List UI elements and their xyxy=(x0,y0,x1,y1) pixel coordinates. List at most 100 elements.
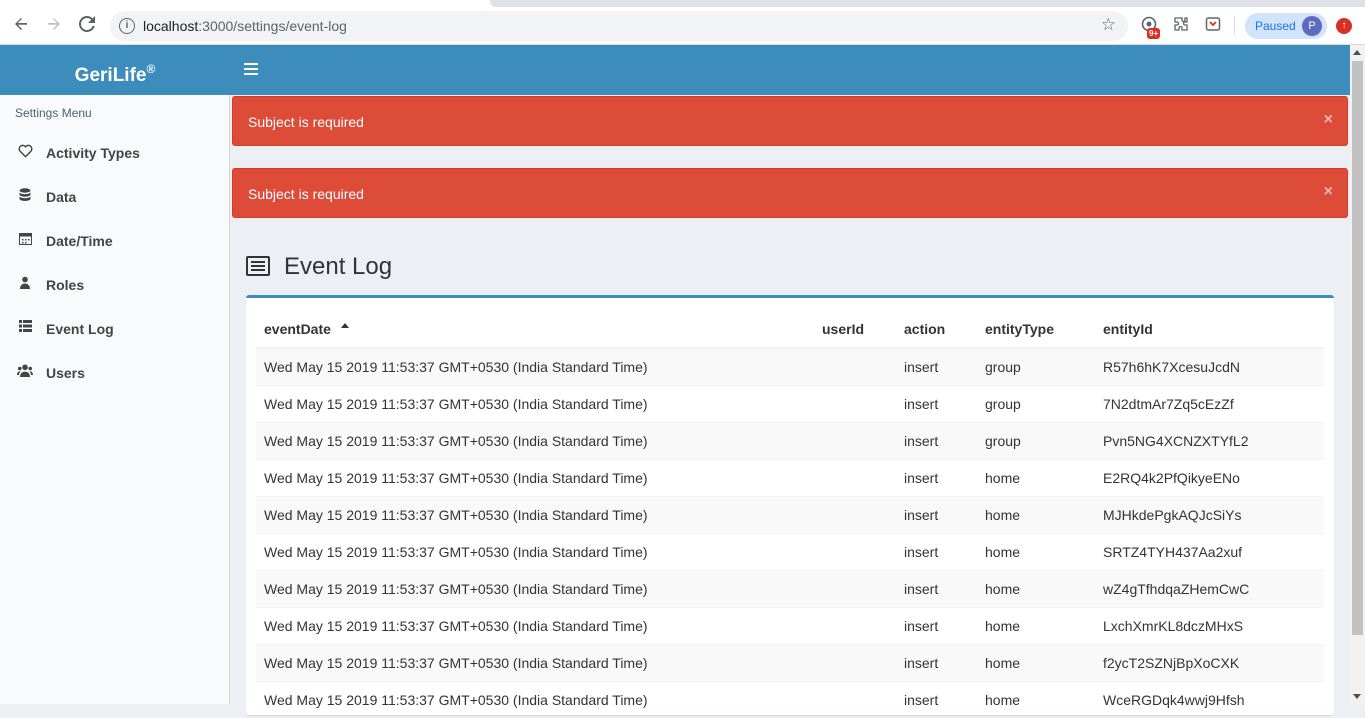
browser-update-icon[interactable]: ↑ xyxy=(1336,18,1352,34)
table-cell-entityId: MJHkdePgkAQJcSiYs xyxy=(1095,495,1324,533)
profile-paused-button[interactable]: Paused P xyxy=(1245,13,1327,39)
users-icon xyxy=(17,364,33,380)
table-cell-entityType: home xyxy=(977,643,1095,681)
table-row: Wed May 15 2019 11:53:37 GMT+0530 (India… xyxy=(256,606,1324,644)
table-cell-action: insert xyxy=(896,347,977,385)
table-cell-eventDate: Wed May 15 2019 11:53:37 GMT+0530 (India… xyxy=(256,347,814,385)
table-cell-eventDate: Wed May 15 2019 11:53:37 GMT+0530 (India… xyxy=(256,680,814,718)
back-arrow-icon[interactable] xyxy=(10,13,32,35)
table-row: Wed May 15 2019 11:53:37 GMT+0530 (India… xyxy=(256,495,1324,533)
table-cell-userId xyxy=(814,606,896,644)
site-info-icon[interactable]: i xyxy=(119,18,135,34)
table-cell-eventDate: Wed May 15 2019 11:53:37 GMT+0530 (India… xyxy=(256,495,814,533)
close-icon[interactable]: × xyxy=(1324,111,1333,129)
table-cell-eventDate: Wed May 15 2019 11:53:37 GMT+0530 (India… xyxy=(256,384,814,422)
table-cell-action: insert xyxy=(896,532,977,570)
table-cell-eventDate: Wed May 15 2019 11:53:37 GMT+0530 (India… xyxy=(256,421,814,459)
table-header-row: eventDate userId action entityType entit… xyxy=(256,311,1324,349)
sidebar-item-label: Data xyxy=(46,189,77,205)
browser-toolbar: i localhost:3000/settings/event-log ☆ 9+… xyxy=(0,0,1365,45)
reload-icon[interactable] xyxy=(76,13,98,35)
scroll-up-arrow-icon[interactable] xyxy=(1353,50,1361,55)
bookmark-star-icon[interactable]: ☆ xyxy=(1101,15,1116,35)
table-cell-entityId: R57h6hK7XcesuJcdN xyxy=(1095,347,1324,385)
column-header-event-date[interactable]: eventDate xyxy=(256,311,814,349)
forward-arrow-icon[interactable] xyxy=(43,13,65,35)
sidebar-item-event-log[interactable]: Event Log xyxy=(0,308,230,352)
table-cell-entityId: Pvn5NG4XCNZXTYfL2 xyxy=(1095,421,1324,459)
table-cell-entityType: group xyxy=(977,421,1095,459)
table-cell-entityId: E2RQ4k2PfQikyeENo xyxy=(1095,458,1324,496)
column-header-user-id[interactable]: userId xyxy=(814,311,896,349)
table-cell-action: insert xyxy=(896,643,977,681)
table-cell-entityType: home xyxy=(977,495,1095,533)
table-cell-action: insert xyxy=(896,606,977,644)
table-row: Wed May 15 2019 11:53:37 GMT+0530 (India… xyxy=(256,384,1324,422)
table-cell-entityId: f2ycT2SZNjBpXoCXK xyxy=(1095,643,1324,681)
table-cell-userId xyxy=(814,569,896,607)
table-cell-entityType: home xyxy=(977,532,1095,570)
event-log-box: eventDate userId action entityType entit… xyxy=(246,295,1334,718)
sidebar-item-label: Users xyxy=(46,365,85,381)
table-row: Wed May 15 2019 11:53:37 GMT+0530 (India… xyxy=(256,569,1324,607)
sidebar-item-data[interactable]: Data xyxy=(0,176,230,220)
address-bar[interactable]: i localhost:3000/settings/event-log ☆ xyxy=(110,11,1128,41)
table-cell-userId xyxy=(814,495,896,533)
sidebar-header: Settings Menu xyxy=(15,106,92,120)
table-cell-entityType: group xyxy=(977,347,1095,385)
close-icon[interactable]: × xyxy=(1324,183,1333,201)
extension-pocket-icon[interactable] xyxy=(1204,15,1222,33)
url-host: localhost xyxy=(143,18,199,34)
table-cell-entityType: home xyxy=(977,569,1095,607)
extension-badge: 9+ xyxy=(1147,28,1161,39)
scroll-down-arrow-icon[interactable] xyxy=(1353,694,1361,699)
heart-outline-icon xyxy=(17,144,33,160)
registered-mark: ® xyxy=(146,62,156,76)
column-header-action[interactable]: action xyxy=(896,311,977,349)
table-row: Wed May 15 2019 11:53:37 GMT+0530 (India… xyxy=(256,458,1324,496)
column-label: action xyxy=(904,321,946,337)
sidebar-item-roles[interactable]: Roles xyxy=(0,264,230,308)
list-icon xyxy=(17,320,33,336)
error-alert: Subject is required × xyxy=(232,168,1348,218)
table-row: Wed May 15 2019 11:53:37 GMT+0530 (India… xyxy=(256,347,1324,385)
profile-avatar: P xyxy=(1302,16,1322,36)
table-cell-entityId: wZ4gTfhdqaZHemCwC xyxy=(1095,569,1324,607)
table-cell-userId xyxy=(814,347,896,385)
column-label: entityType xyxy=(985,321,1054,337)
sort-ascending-icon xyxy=(340,323,349,328)
sidebar-item-label: Activity Types xyxy=(46,145,140,161)
page-scrollbar[interactable] xyxy=(1350,45,1365,704)
sidebar-item-activity-types[interactable]: Activity Types xyxy=(0,132,230,176)
extension-puzzle-icon[interactable] xyxy=(1172,15,1190,33)
table-cell-userId xyxy=(814,384,896,422)
table-cell-userId xyxy=(814,458,896,496)
table-cell-action: insert xyxy=(896,495,977,533)
column-header-entity-id[interactable]: entityId xyxy=(1095,311,1324,349)
sidebar-item-users[interactable]: Users xyxy=(0,352,230,396)
url-text[interactable]: localhost:3000/settings/event-log xyxy=(143,18,347,34)
table-cell-entityType: group xyxy=(977,384,1095,422)
table-cell-eventDate: Wed May 15 2019 11:53:37 GMT+0530 (India… xyxy=(256,606,814,644)
table-cell-userId xyxy=(814,532,896,570)
event-log-table: eventDate userId action entityType entit… xyxy=(256,311,1324,718)
table-cell-entityType: home xyxy=(977,458,1095,496)
table-row: Wed May 15 2019 11:53:37 GMT+0530 (India… xyxy=(256,421,1324,459)
toolbar-divider xyxy=(1234,16,1235,34)
scrollbar-thumb[interactable] xyxy=(1352,61,1363,635)
list-alt-icon xyxy=(246,256,270,276)
brand-logo[interactable]: GeriLife® xyxy=(0,45,230,95)
calendar-icon xyxy=(17,232,33,248)
sidebar-toggle-icon[interactable] xyxy=(244,63,258,75)
table-cell-action: insert xyxy=(896,421,977,459)
table-cell-entityId: 7N2dtmAr7Zq5cEzZf xyxy=(1095,384,1324,422)
column-header-entity-type[interactable]: entityType xyxy=(977,311,1095,349)
table-cell-eventDate: Wed May 15 2019 11:53:37 GMT+0530 (India… xyxy=(256,458,814,496)
table-body: Wed May 15 2019 11:53:37 GMT+0530 (India… xyxy=(256,347,1324,718)
sidebar-item-label: Date/Time xyxy=(46,233,113,249)
table-cell-userId xyxy=(814,643,896,681)
table-cell-action: insert xyxy=(896,569,977,607)
table-cell-action: insert xyxy=(896,458,977,496)
sidebar-item-date-time[interactable]: Date/Time xyxy=(0,220,230,264)
column-label: eventDate xyxy=(264,321,331,337)
